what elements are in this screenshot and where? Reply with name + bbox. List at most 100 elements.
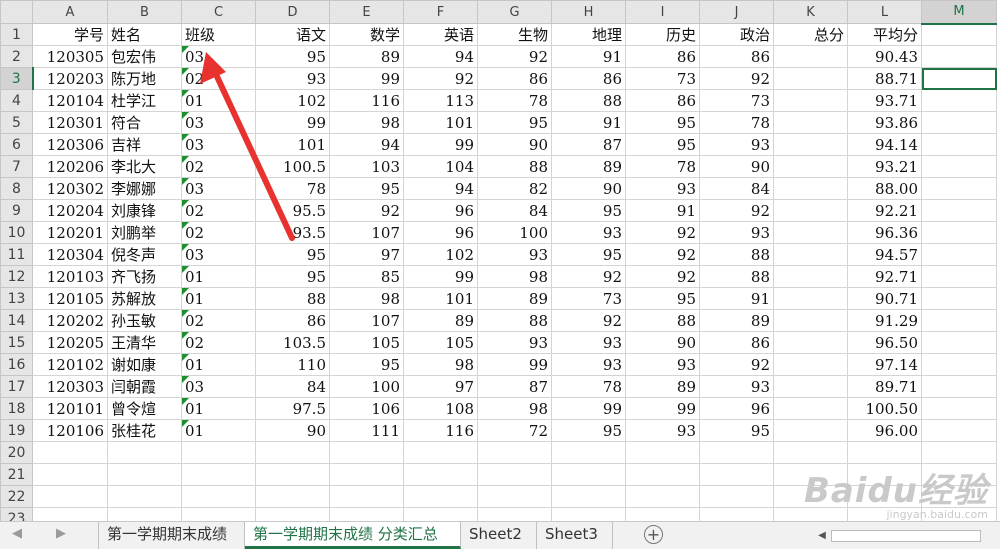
cell-d[interactable]: 95 (255, 243, 330, 266)
cell-k[interactable] (773, 155, 848, 178)
cell-i[interactable] (625, 485, 700, 508)
cell-f[interactable]: 96 (403, 199, 478, 222)
cell-h[interactable]: 92 (551, 265, 626, 288)
cell-k[interactable] (773, 199, 848, 222)
cell-j[interactable]: 86 (699, 331, 774, 354)
cell-e[interactable]: 107 (329, 221, 404, 244)
cell-b[interactable]: 杜学江 (107, 89, 182, 112)
cell-i[interactable]: 86 (625, 89, 700, 112)
cell-f[interactable]: 99 (403, 133, 478, 156)
cell-k[interactable] (773, 67, 848, 90)
row-header[interactable]: 11 (0, 243, 33, 266)
cell-g[interactable] (477, 507, 552, 521)
cell-d[interactable]: 93 (255, 67, 330, 90)
cell-i[interactable]: 93 (625, 177, 700, 200)
cell-h[interactable]: 95 (551, 243, 626, 266)
cell-j[interactable]: 92 (699, 67, 774, 90)
cell-b[interactable]: 吉祥 (107, 133, 182, 156)
cell-j[interactable]: 95 (699, 419, 774, 442)
cell-h[interactable]: 90 (551, 177, 626, 200)
cell-i[interactable]: 95 (625, 111, 700, 134)
cell-j[interactable]: 92 (699, 353, 774, 376)
cell-a[interactable]: 120104 (32, 89, 108, 112)
cell-h[interactable]: 88 (551, 89, 626, 112)
cell-a[interactable]: 120305 (32, 45, 108, 68)
horizontal-scrollbar[interactable]: ◀ (815, 528, 1000, 544)
cell-h[interactable]: 93 (551, 331, 626, 354)
cell-k[interactable] (773, 419, 848, 442)
cell-l[interactable]: 平均分 (847, 23, 922, 46)
cell-a[interactable]: 120306 (32, 133, 108, 156)
cell-a[interactable]: 120301 (32, 111, 108, 134)
cell-j[interactable] (699, 463, 774, 486)
cell-e[interactable] (329, 507, 404, 521)
tab-scroll-left-icon[interactable]: ◀ (12, 526, 22, 541)
cell-h[interactable]: 95 (551, 199, 626, 222)
cell-e[interactable]: 98 (329, 287, 404, 310)
tab-sheet-summary[interactable]: 第一学期期末成绩 分类汇总 (245, 522, 461, 549)
cell-d[interactable]: 84 (255, 375, 330, 398)
cell-a[interactable]: 120105 (32, 287, 108, 310)
cell-e[interactable]: 89 (329, 45, 404, 68)
cell-b[interactable] (107, 485, 182, 508)
add-sheet-button[interactable]: + (644, 525, 663, 544)
cell-h[interactable] (551, 463, 626, 486)
cell-h[interactable]: 地理 (551, 23, 626, 46)
cell-i[interactable]: 99 (625, 397, 700, 420)
cell-g[interactable] (477, 441, 552, 464)
cell-d[interactable]: 88 (255, 287, 330, 310)
cell-l[interactable]: 93.86 (847, 111, 922, 134)
cell-k[interactable] (773, 287, 848, 310)
cell-i[interactable]: 86 (625, 45, 700, 68)
cell-a[interactable]: 120204 (32, 199, 108, 222)
cell-c[interactable]: 01 (181, 287, 256, 310)
cell-f[interactable]: 105 (403, 331, 478, 354)
cell-b[interactable]: 齐飞扬 (107, 265, 182, 288)
cell-h[interactable] (551, 507, 626, 521)
cell-a[interactable]: 120203 (32, 67, 108, 90)
cell-f[interactable]: 113 (403, 89, 478, 112)
row-header[interactable]: 7 (0, 155, 33, 178)
cell-e[interactable]: 111 (329, 419, 404, 442)
select-all-corner[interactable] (0, 0, 33, 24)
cell-d[interactable] (255, 507, 330, 521)
cell-g[interactable]: 88 (477, 309, 552, 332)
cell-j[interactable]: 88 (699, 265, 774, 288)
cell-f[interactable] (403, 485, 478, 508)
cell-d[interactable]: 78 (255, 177, 330, 200)
cell-c[interactable]: 02 (181, 309, 256, 332)
cell-l[interactable]: 91.29 (847, 309, 922, 332)
cell-e[interactable] (329, 485, 404, 508)
cell-k[interactable] (773, 45, 848, 68)
cell-c[interactable]: 01 (181, 397, 256, 420)
cell-m[interactable] (921, 221, 997, 244)
cell-m[interactable] (921, 375, 997, 398)
cell-i[interactable]: 89 (625, 375, 700, 398)
row-header[interactable]: 5 (0, 111, 33, 134)
cell-c[interactable]: 03 (181, 133, 256, 156)
cell-j[interactable]: 96 (699, 397, 774, 420)
cell-f[interactable]: 英语 (403, 23, 478, 46)
column-header-g[interactable]: G (477, 0, 552, 24)
cell-l[interactable]: 93.21 (847, 155, 922, 178)
cell-f[interactable]: 99 (403, 265, 478, 288)
cell-m[interactable] (921, 23, 997, 46)
cell-j[interactable] (699, 485, 774, 508)
cell-b[interactable]: 刘康锋 (107, 199, 182, 222)
cell-a[interactable]: 120303 (32, 375, 108, 398)
cell-l[interactable]: 94.57 (847, 243, 922, 266)
cell-c[interactable] (181, 463, 256, 486)
cell-j[interactable]: 92 (699, 199, 774, 222)
cell-k[interactable] (773, 265, 848, 288)
cell-m[interactable] (921, 265, 997, 288)
cell-k[interactable] (773, 221, 848, 244)
cell-h[interactable]: 86 (551, 67, 626, 90)
cell-c[interactable]: 03 (181, 243, 256, 266)
cell-k[interactable] (773, 89, 848, 112)
tab-sheet3[interactable]: Sheet3 (537, 522, 613, 549)
cell-i[interactable]: 73 (625, 67, 700, 90)
cell-j[interactable] (699, 507, 774, 521)
cell-b[interactable]: 倪冬声 (107, 243, 182, 266)
cell-f[interactable]: 104 (403, 155, 478, 178)
cell-d[interactable]: 102 (255, 89, 330, 112)
